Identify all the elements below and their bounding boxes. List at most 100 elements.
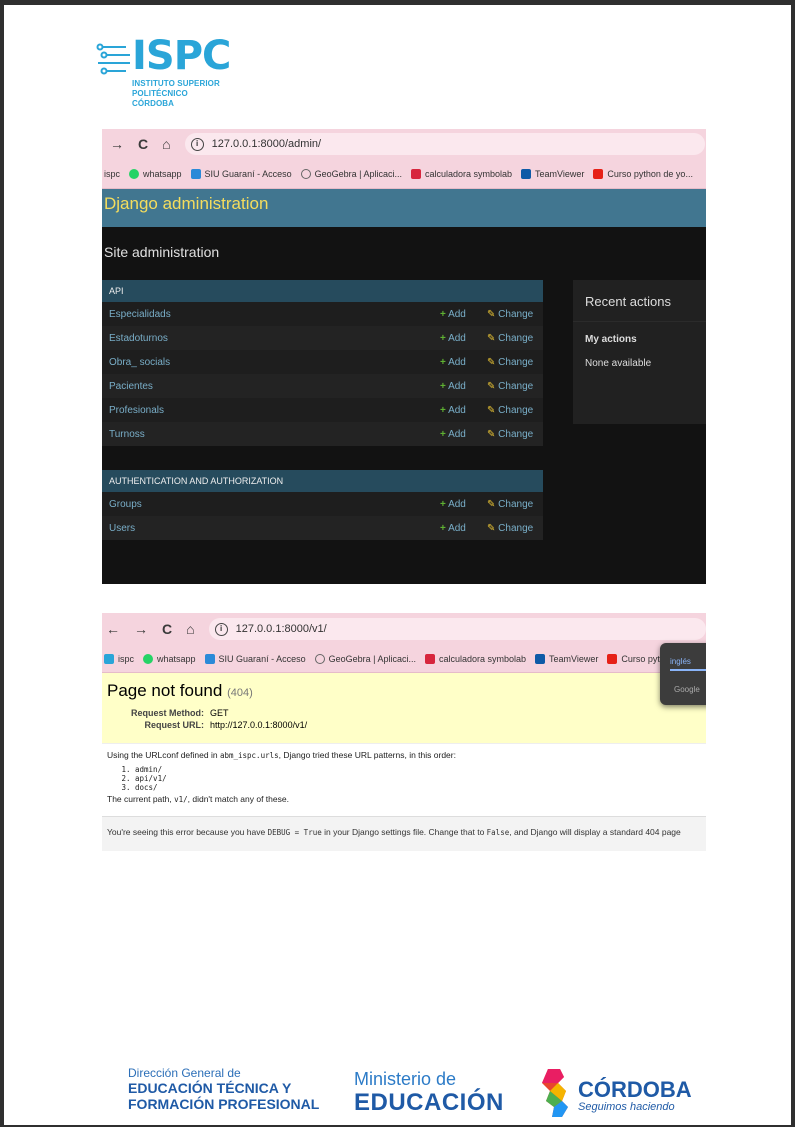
ispc-subtitle: INSTITUTO SUPERIOR POLITÉCNICO CÓRDOBA (132, 79, 220, 108)
change-button[interactable]: ✎ Change (487, 381, 533, 392)
error-info: Using the URLconf defined in abm_ispc.ur… (102, 744, 706, 816)
forward-icon[interactable]: → (110, 136, 124, 152)
error-code: (404) (227, 687, 253, 699)
cordoba-map-icon (542, 1069, 568, 1117)
model-link-estadoturnos[interactable]: Estadoturnos (109, 333, 543, 344)
footer: Dirección General de EDUCACIÓN TÉCNICA Y… (4, 1065, 795, 1125)
request-meta: Request Method: GET Request URL: http://12… (102, 708, 307, 732)
forward-icon[interactable]: → (134, 621, 148, 637)
bookmark-whatsapp[interactable]: whatsapp (143, 653, 196, 664)
url-pattern: docs/ (135, 783, 706, 792)
change-button[interactable]: ✎ Change (487, 309, 533, 320)
teamviewer-icon (535, 653, 546, 664)
youtube-icon (593, 168, 604, 179)
url-text: 127.0.0.1:8000/v1/ (235, 623, 327, 635)
back-icon[interactable]: ← (106, 621, 120, 637)
module-caption[interactable]: API (102, 280, 543, 302)
api-module: API Especialidads + Add ✎ Change Estadotur… (102, 280, 543, 446)
add-button[interactable]: + Add (440, 499, 466, 510)
youtube-icon (607, 653, 618, 664)
info-icon[interactable]: i (214, 622, 228, 636)
error-title: Page not found (404) (107, 681, 253, 700)
model-link-turnoss[interactable]: Turnoss (109, 429, 543, 440)
add-button[interactable]: + Add (440, 381, 466, 392)
change-button[interactable]: ✎ Change (487, 357, 533, 368)
add-button[interactable]: + Add (440, 333, 466, 344)
bookmark-whatsapp[interactable]: whatsapp (129, 168, 182, 179)
home-icon[interactable]: ⌂ (162, 136, 170, 152)
address-bar[interactable]: i 127.0.0.1:8000/admin/ (184, 133, 705, 155)
model-link-profesionals[interactable]: Profesionals (109, 405, 543, 416)
method-value: GET (210, 708, 229, 718)
urlconf-text: Using the URLconf defined in abm_ispc.ur… (107, 750, 456, 760)
url-patterns-list: admin/ api/v1/ docs/ (135, 765, 706, 792)
module-caption[interactable]: AUTHENTICATION AND AUTHORIZATION (102, 470, 543, 492)
model-row: Users + Add ✎ Change (102, 516, 543, 540)
home-icon[interactable]: ⌂ (186, 621, 194, 637)
url-text: 127.0.0.1:8000/admin/ (211, 138, 322, 150)
info-icon[interactable]: i (190, 137, 204, 151)
translate-google-label: Google (674, 685, 700, 694)
translate-popup: inglés Google (660, 643, 706, 705)
bookmark-symbolab[interactable]: calculadora symbolab (424, 653, 526, 664)
model-row: Estadoturnos + Add ✎ Change (102, 326, 543, 350)
bookmark-siu[interactable]: SIU Guaraní - Acceso (204, 653, 306, 664)
translate-language-tab[interactable]: inglés (670, 657, 706, 671)
bookmark-youtube[interactable]: Curso python de yo... (593, 168, 693, 179)
error-screenshot: ← → C ⌂ i 127.0.0.1:8000/v1/ ispc whatsa… (102, 613, 706, 851)
model-link-obra-socials[interactable]: Obra_ socials (109, 357, 543, 368)
symbolab-icon (410, 168, 421, 179)
bookmarks-bar: ispc whatsapp SIU Guaraní - Acceso GeoGe… (102, 645, 706, 673)
reload-icon[interactable]: C (162, 621, 172, 637)
page-title: Site administration (104, 244, 220, 260)
bookmark-siu[interactable]: SIU Guaraní - Acceso (190, 168, 292, 179)
direccion-general-logo: Dirección General de EDUCACIÓN TÉCNICA Y… (128, 1066, 320, 1112)
circuit-icon (96, 43, 130, 75)
django-header[interactable]: Django administration (102, 189, 706, 227)
change-button[interactable]: ✎ Change (487, 499, 533, 510)
url-label: Request URL: (144, 720, 204, 730)
bookmark-ispc[interactable]: ispc (104, 653, 134, 664)
bookmark-symbolab[interactable]: calculadora symbolab (410, 168, 512, 179)
change-button[interactable]: ✎ Change (487, 405, 533, 416)
add-button[interactable]: + Add (440, 429, 466, 440)
ispc-icon (104, 653, 114, 664)
add-button[interactable]: + Add (440, 357, 466, 368)
model-link-pacientes[interactable]: Pacientes (109, 381, 543, 392)
change-button[interactable]: ✎ Change (487, 333, 533, 344)
change-button[interactable]: ✎ Change (487, 523, 533, 534)
address-bar[interactable]: i 127.0.0.1:8000/v1/ (208, 618, 706, 640)
add-button[interactable]: + Add (440, 523, 466, 534)
add-button[interactable]: + Add (440, 405, 466, 416)
my-actions-heading: My actions (585, 334, 637, 345)
geogebra-icon (300, 168, 311, 179)
ispc-logo: ISPC INSTITUTO SUPERIOR POLITÉCNICO CÓRD… (96, 33, 231, 108)
change-button[interactable]: ✎ Change (487, 429, 533, 440)
bookmark-geogebra[interactable]: GeoGebra | Aplicaci... (300, 168, 402, 179)
model-link-users[interactable]: Users (109, 523, 543, 534)
admin-screenshot: → C ⌂ i 127.0.0.1:8000/admin/ ispc whats… (102, 129, 706, 584)
url-pattern: admin/ (135, 765, 706, 774)
bookmark-teamviewer[interactable]: TeamViewer (535, 653, 598, 664)
reload-icon[interactable]: C (138, 136, 148, 152)
debug-explanation: You're seeing this error because you hav… (102, 816, 706, 851)
model-row: Turnoss + Add ✎ Change (102, 422, 543, 446)
whatsapp-icon (143, 653, 154, 664)
model-row: Especialidads + Add ✎ Change (102, 302, 543, 326)
geogebra-icon (314, 653, 325, 664)
recent-actions-panel: Recent actions My actions None available (573, 280, 706, 424)
bookmark-ispc[interactable]: ispc (104, 169, 120, 179)
symbolab-icon (424, 653, 435, 664)
bookmarks-bar: ispc whatsapp SIU Guaraní - Acceso GeoGe… (102, 159, 706, 189)
auth-module: AUTHENTICATION AND AUTHORIZATION Groups +… (102, 470, 543, 540)
bookmark-teamviewer[interactable]: TeamViewer (521, 168, 584, 179)
recent-actions-title: Recent actions (573, 280, 706, 322)
ispc-wordmark: ISPC (132, 33, 231, 79)
model-link-groups[interactable]: Groups (109, 499, 543, 510)
browser-toolbar: → C ⌂ i 127.0.0.1:8000/admin/ (102, 129, 706, 159)
model-row: Obra_ socials + Add ✎ Change (102, 350, 543, 374)
model-link-especialidads[interactable]: Especialidads (109, 309, 543, 320)
bookmark-geogebra[interactable]: GeoGebra | Aplicaci... (314, 653, 416, 664)
siu-icon (204, 653, 215, 664)
add-button[interactable]: + Add (440, 309, 466, 320)
